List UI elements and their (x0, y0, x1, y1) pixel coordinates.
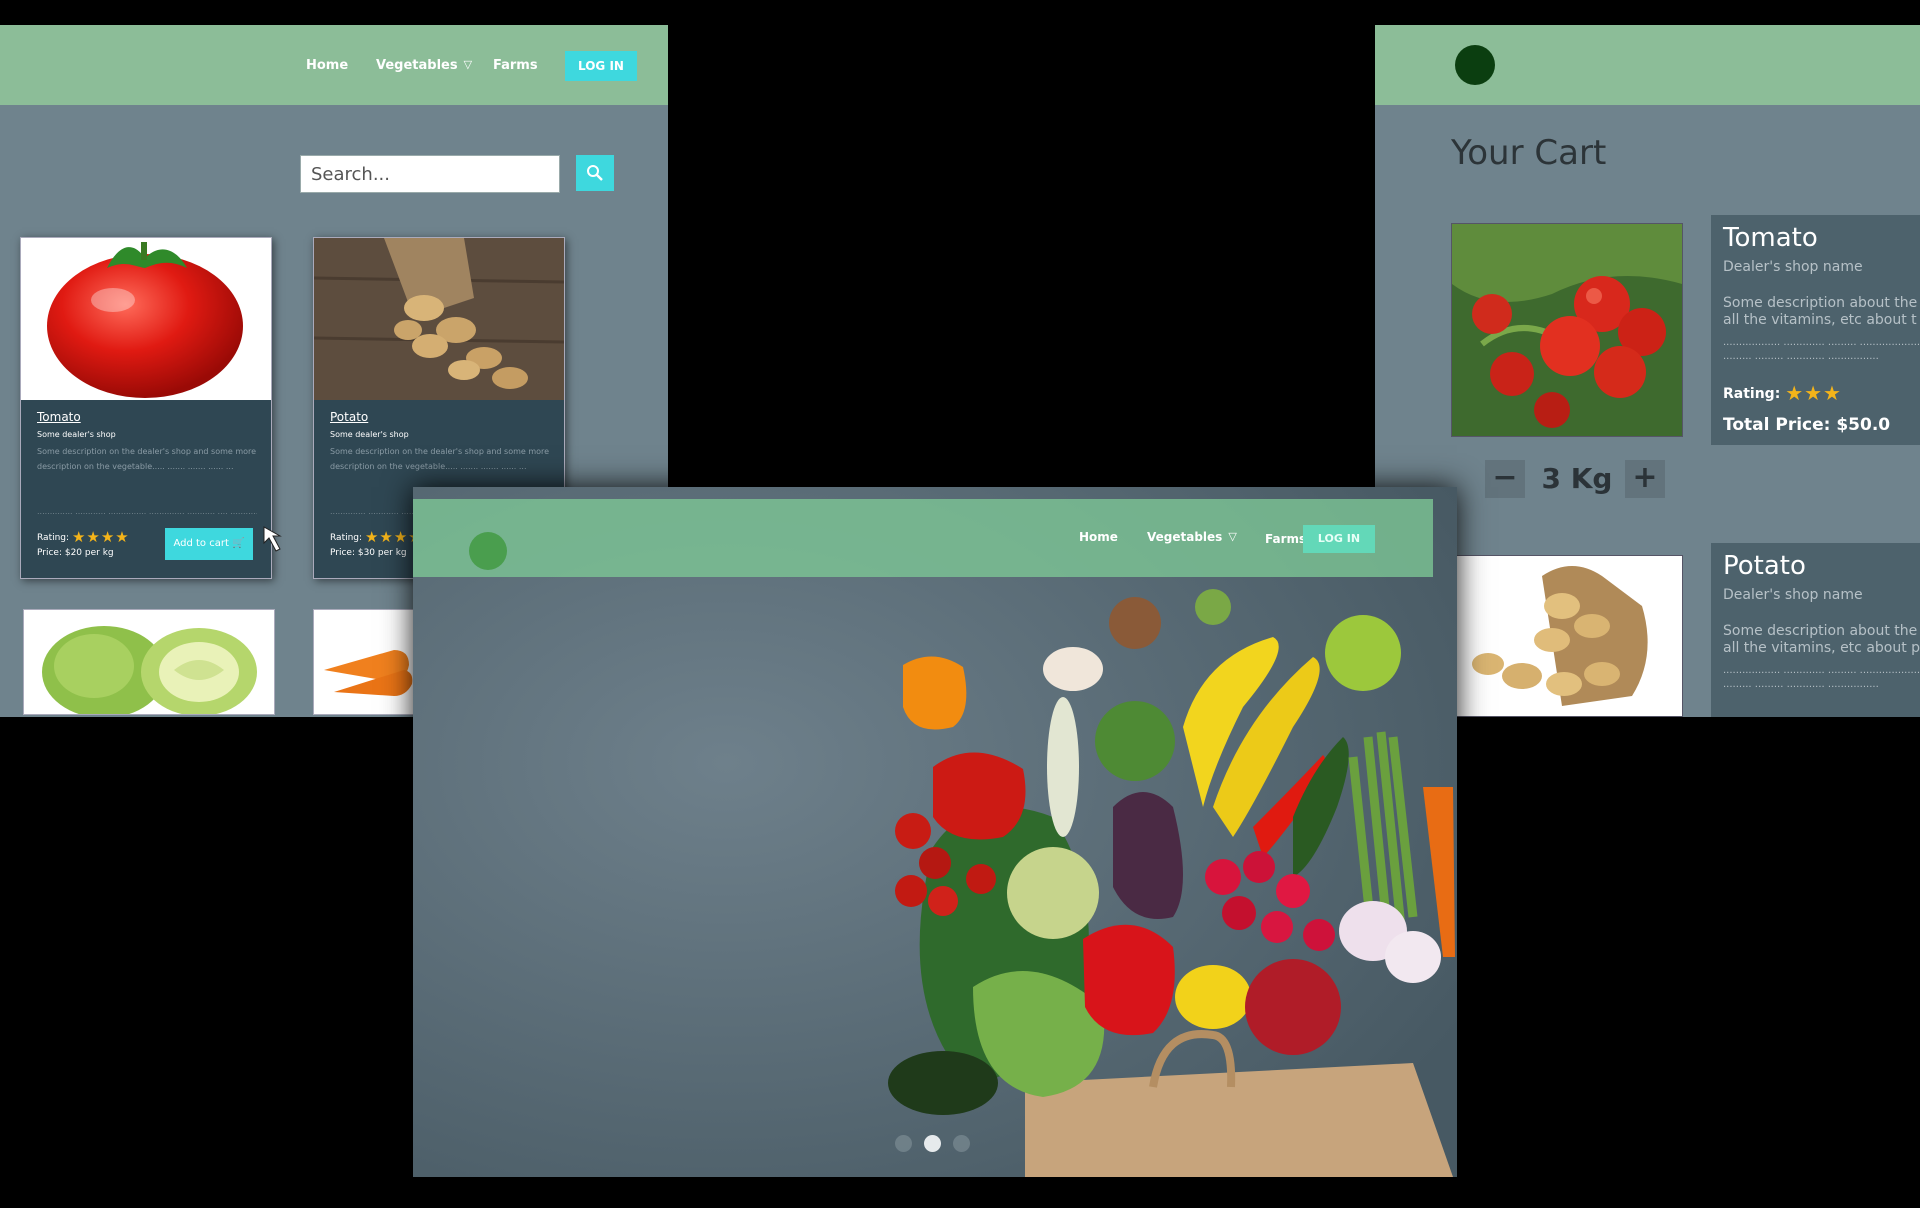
description-placeholder: .................. ............. .......… (1723, 337, 1920, 348)
item-description-line: all the vitamins, etc about p (1723, 640, 1920, 656)
cart-item-image-tomato (1451, 223, 1683, 437)
item-description: Some description about the all the vitami… (1723, 623, 1920, 657)
rating: Rating: ★★★ (1723, 381, 1842, 405)
increment-button[interactable]: + (1625, 460, 1665, 498)
nav-vegetables-dropdown[interactable]: Vegetables ▽ (1147, 530, 1237, 544)
rating-label: Rating: (37, 533, 70, 543)
carousel-dot-2[interactable] (924, 1135, 941, 1152)
dealer-shop: Dealer's shop name (1723, 259, 1863, 275)
description-placeholder: ......... ......... ............ .......… (1723, 679, 1879, 690)
logo-icon[interactable] (1455, 45, 1495, 85)
price: Price: $20 per kg (37, 548, 114, 558)
nav-home-link[interactable]: Home (306, 58, 348, 73)
hero-vegetables-image (413, 487, 1457, 1177)
landing-screen: Home Vegetables ▽ Farms LOG IN (413, 487, 1457, 1177)
rating-label: Rating: (1723, 386, 1781, 402)
item-description-line: Some description about the (1723, 295, 1918, 311)
product-card-tomato[interactable]: Tomato Some dealer's shop Some descripti… (20, 237, 272, 579)
carousel-dot-1[interactable] (895, 1135, 912, 1152)
chevron-down-icon: ▽ (1228, 530, 1237, 543)
description-placeholder: ......... ......... ............ .......… (1723, 351, 1879, 362)
nav-vegetables-label: Vegetables (1147, 530, 1223, 544)
product-title-link[interactable]: Tomato (37, 410, 81, 424)
cart-item-image-potato (1451, 555, 1683, 717)
top-navbar: Home Vegetables ▽ Farms LOG IN (0, 25, 668, 105)
rating-label: Rating: (330, 533, 363, 543)
search-icon (587, 165, 603, 181)
rating: Rating: ★★★★ (37, 528, 130, 546)
total-price: Total Price: $50.0 (1723, 415, 1891, 435)
dealer-shop: Some dealer's shop (330, 430, 409, 439)
product-card-cabbage[interactable] (23, 609, 275, 715)
item-name: Tomato (1723, 223, 1818, 253)
product-title-link[interactable]: Potato (330, 410, 368, 424)
item-name: Potato (1723, 551, 1806, 581)
description-placeholder: .............. ............ ............… (37, 507, 257, 516)
add-to-cart-label: Add to cart (173, 538, 229, 549)
logo-icon[interactable] (469, 532, 507, 570)
dealer-shop: Dealer's shop name (1723, 587, 1863, 603)
item-description-line: all the vitamins, etc about t (1723, 312, 1917, 328)
dealer-shop: Some dealer's shop (37, 430, 116, 439)
product-description: Some description on the dealer's shop an… (37, 447, 257, 471)
quantity-value: 3 Kg (1541, 462, 1613, 495)
item-description: Some description about the all the vitami… (1723, 295, 1920, 329)
product-description: Some description on the dealer's shop an… (330, 447, 550, 471)
chevron-down-icon: ▽ (463, 58, 473, 71)
cart-item-details: Tomato Dealer's shop name Some descripti… (1711, 215, 1920, 445)
quantity-stepper: − 3 Kg + (1485, 460, 1665, 498)
nav-farms-link[interactable]: Farms (493, 58, 538, 73)
search-button[interactable] (576, 155, 614, 191)
cart-icon: 🛒 (232, 538, 245, 549)
nav-home-link[interactable]: Home (1079, 530, 1118, 544)
login-button[interactable]: LOG IN (565, 51, 637, 81)
star-icons: ★★★★ (71, 528, 130, 546)
description-placeholder: .................. ............. .......… (1723, 665, 1920, 676)
star-icons: ★★★ (1785, 381, 1842, 405)
price: Price: $30 per kg (330, 548, 407, 558)
cabbage-image (24, 610, 274, 714)
potato-image (314, 238, 564, 400)
mouse-cursor-icon (263, 526, 282, 552)
cart-item-details: Potato Dealer's shop name Some descripti… (1711, 543, 1920, 717)
nav-vegetables-label: Vegetables (376, 58, 458, 73)
nav-farms-link[interactable]: Farms (1265, 532, 1306, 546)
cart-navbar (1375, 25, 1920, 105)
nav-vegetables-dropdown[interactable]: Vegetables ▽ (376, 58, 472, 73)
carousel-indicators (895, 1135, 982, 1156)
rating: Rating: ★★★★ (330, 528, 423, 546)
decrement-button[interactable]: − (1485, 460, 1525, 498)
item-description-line: Some description about the (1723, 623, 1918, 639)
add-to-cart-button[interactable]: Add to cart 🛒 (165, 528, 253, 560)
tomato-image (21, 238, 271, 400)
page-title: Your Cart (1451, 133, 1607, 173)
search-placeholder: Search... (311, 164, 391, 185)
hero-navbar: Home Vegetables ▽ Farms LOG IN (413, 499, 1433, 577)
search-input[interactable]: Search... (300, 155, 560, 193)
login-button[interactable]: LOG IN (1303, 525, 1375, 553)
carousel-dot-3[interactable] (953, 1135, 970, 1152)
